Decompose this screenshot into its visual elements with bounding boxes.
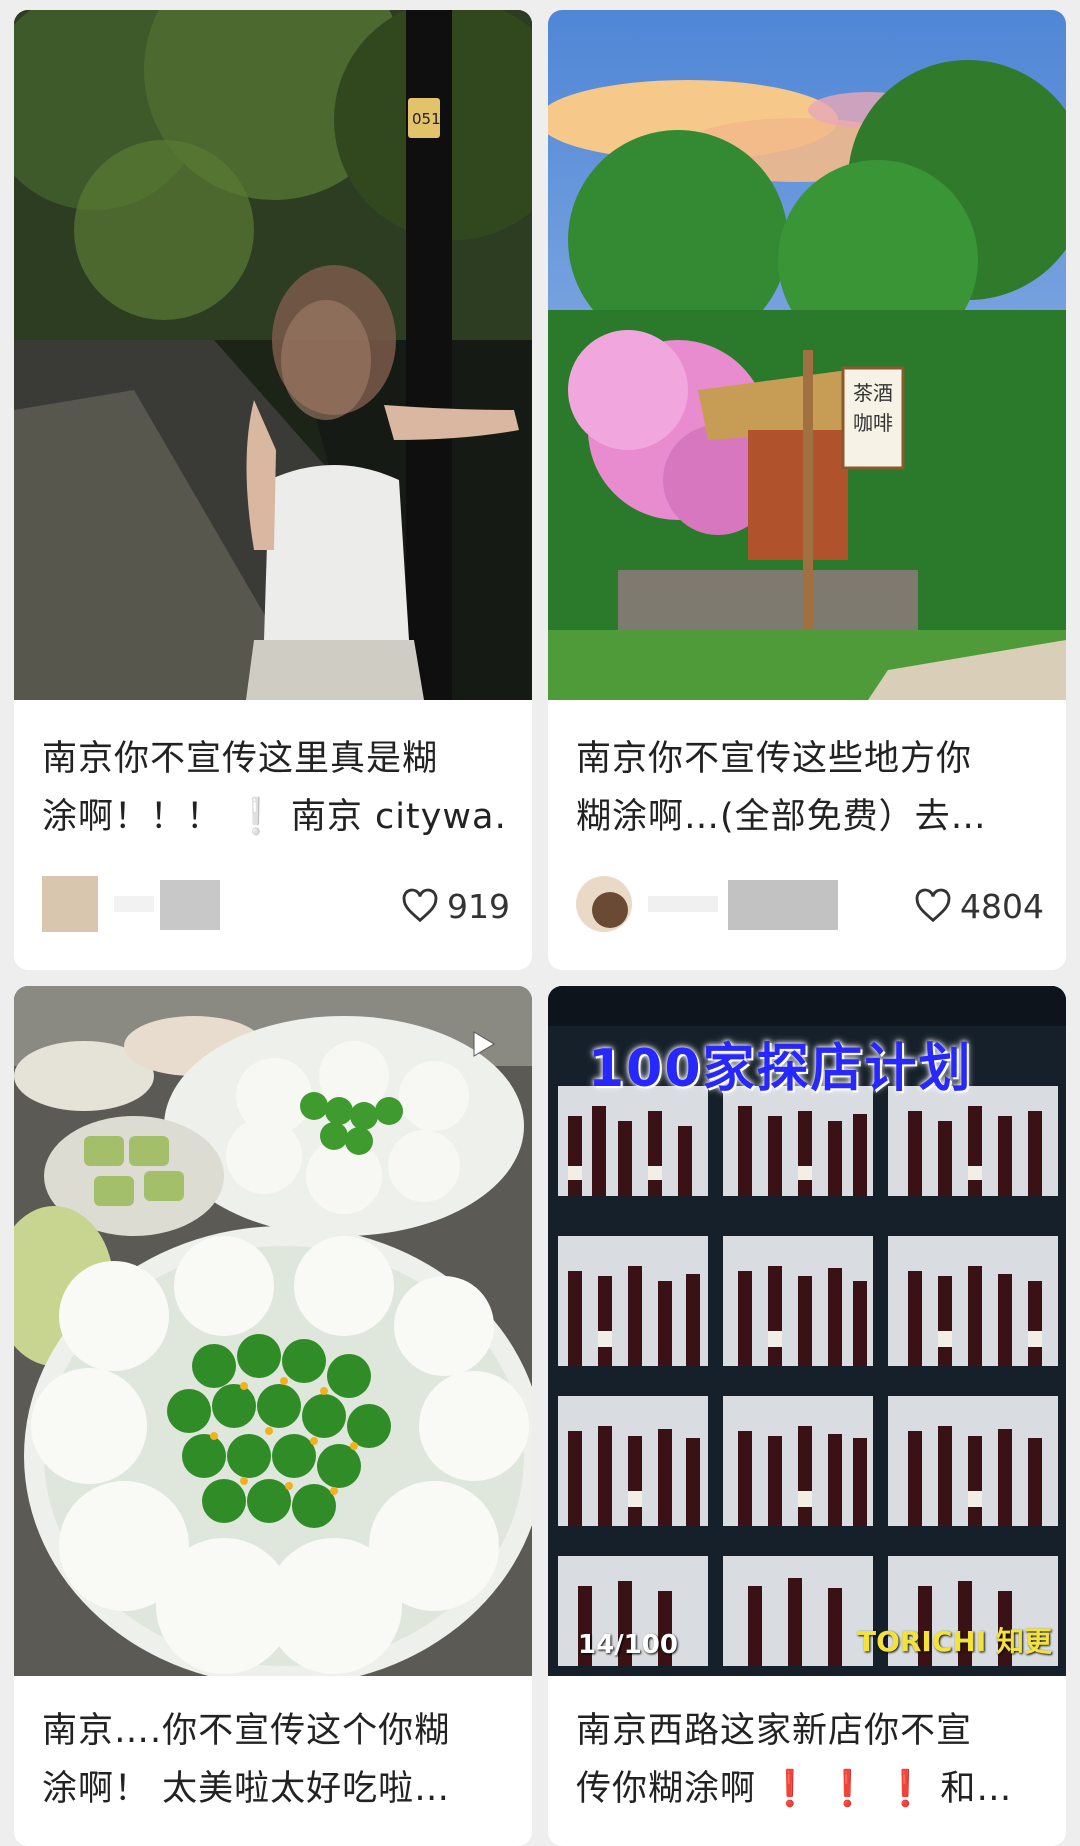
like-count: 919 bbox=[447, 886, 510, 926]
card-title-line-2: 涂啊！！！ ❕ 南京 citywa… bbox=[42, 797, 510, 837]
street-photo-image: 051 bbox=[14, 10, 532, 700]
play-icon bbox=[473, 1031, 495, 1057]
author-name-blurred[interactable] bbox=[648, 876, 848, 932]
author-name-blurred[interactable] bbox=[114, 876, 254, 932]
card-title-line-2: 传你糊涂啊 ❗ ❗ ❗ 和… bbox=[576, 1760, 1044, 1818]
feed-card-2[interactable]: 茶酒 咖啡 南京你不宣传这些地方你 糊涂啊…(全部免费）去… 4804 bbox=[548, 10, 1066, 970]
overlay-counter: 14/100 bbox=[578, 1630, 678, 1660]
card-cover-image[interactable]: 100家探店计划 14/100 TORICHI 知更 bbox=[548, 986, 1066, 1676]
svg-text:051: 051 bbox=[412, 110, 441, 128]
card-title[interactable]: 南京西路这家新店你不宣 传你糊涂啊 ❗ ❗ ❗ 和… bbox=[576, 1702, 1044, 1818]
card-title-line-2: 糊涂啊…(全部免费）去… bbox=[576, 797, 987, 837]
like-counter[interactable]: 919 bbox=[401, 886, 510, 926]
card-title[interactable]: 南京你不宣传这里真是糊 涂啊！！！ ❕ 南京 citywa… bbox=[42, 730, 510, 846]
like-count: 4804 bbox=[960, 886, 1044, 926]
card-cover-image[interactable] bbox=[14, 986, 532, 1676]
avatar[interactable] bbox=[42, 876, 98, 932]
overlay-title: 100家探店计划 bbox=[588, 1039, 973, 1099]
feed-card-1[interactable]: 051 南京你不宣传这里真是糊 涂啊！！！ ❕ 南京 citywa… 919 bbox=[14, 10, 532, 970]
card-title[interactable]: 南京你不宣传这些地方你 糊涂啊…(全部免费）去… bbox=[576, 730, 1044, 846]
like-counter[interactable]: 4804 bbox=[914, 886, 1044, 926]
card-cover-image[interactable]: 051 bbox=[14, 10, 532, 700]
card-title[interactable]: 南京….你不宣传这个你糊 涂啊！ 太美啦太好吃啦… bbox=[42, 1702, 510, 1818]
title-text-suffix: 和… bbox=[928, 1769, 1013, 1809]
card-title-line-1: 南京西路这家新店你不宣 bbox=[576, 1711, 973, 1751]
card-cover-image[interactable]: 茶酒 咖啡 bbox=[548, 10, 1066, 700]
heart-outline-icon bbox=[915, 888, 951, 923]
avatar[interactable] bbox=[576, 876, 632, 932]
heart-outline-icon bbox=[402, 888, 438, 923]
feed-card-3[interactable]: 南京….你不宣传这个你糊 涂啊！ 太美啦太好吃啦… bbox=[14, 986, 532, 1846]
svg-text:咖啡: 咖啡 bbox=[853, 411, 893, 435]
tea-house-image: 茶酒 咖啡 bbox=[548, 10, 1066, 700]
title-text: 传你糊涂啊 bbox=[576, 1769, 757, 1809]
exclamation-marks: ❗ ❗ ❗ bbox=[768, 1769, 929, 1809]
card-title-line-2: 涂啊！ 太美啦太好吃啦… bbox=[42, 1769, 451, 1809]
svg-text:茶酒: 茶酒 bbox=[853, 381, 893, 405]
overlay-brand-watermark: TORICHI 知更 bbox=[856, 1625, 1052, 1658]
card-title-line-1: 南京….你不宣传这个你糊 bbox=[42, 1711, 451, 1751]
feed-card-4[interactable]: 100家探店计划 14/100 TORICHI 知更 南京西路这家新店你不宣 传… bbox=[548, 986, 1066, 1846]
card-title-line-1: 南京你不宣传这里真是糊 bbox=[42, 739, 439, 779]
card-title-line-1: 南京你不宣传这些地方你 bbox=[576, 739, 973, 779]
dumplings-image bbox=[14, 986, 532, 1676]
